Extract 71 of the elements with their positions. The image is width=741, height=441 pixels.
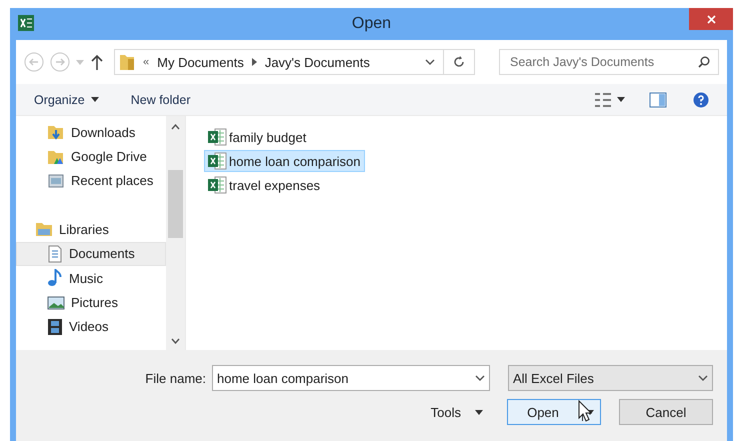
cancel-button[interactable]: Cancel xyxy=(619,399,713,425)
file-name-value: home loan comparison xyxy=(217,370,349,386)
chevron-down-icon xyxy=(698,374,708,382)
sidebar-item[interactable]: Videos xyxy=(16,314,166,340)
sidebar-item[interactable]: Pictures xyxy=(16,290,166,315)
file-name-field[interactable]: home loan comparison xyxy=(212,365,490,391)
up-button[interactable] xyxy=(90,54,104,70)
file-name-label: File name: xyxy=(145,370,206,386)
help-button[interactable] xyxy=(693,92,709,108)
sidebar-label: Downloads xyxy=(71,124,136,140)
spreadsheet-file-icon xyxy=(207,176,227,194)
file-type-value: All Excel Files xyxy=(513,370,594,386)
preview-pane-button[interactable] xyxy=(649,92,667,108)
breadcrumb-separator-icon xyxy=(252,58,257,66)
sidebar-item[interactable]: Recent places xyxy=(16,168,166,194)
close-button[interactable] xyxy=(689,8,733,30)
breadcrumb[interactable]: My Documents xyxy=(157,54,244,70)
mouse-cursor-icon xyxy=(578,400,592,422)
organize-menu[interactable]: Organize xyxy=(34,92,99,106)
file-item[interactable]: travel expenses xyxy=(204,174,324,196)
spreadsheet-file-icon xyxy=(207,152,227,170)
address-bar[interactable]: « My Documents Javy's Documents xyxy=(114,49,475,75)
folder-download-icon xyxy=(47,123,65,142)
sidebar-label: Documents xyxy=(69,246,135,262)
sidebar-label: Pictures xyxy=(71,295,118,310)
new-folder-button[interactable]: New folder xyxy=(130,92,190,106)
chevron-down-icon xyxy=(425,58,435,66)
spreadsheet-file-icon xyxy=(207,128,227,146)
pictures-icon xyxy=(47,294,65,311)
file-name: family budget xyxy=(229,130,306,144)
document-icon xyxy=(47,244,63,263)
sidebar-item[interactable]: Documents xyxy=(16,242,166,266)
sidebar-item[interactable]: Libraries xyxy=(16,217,166,242)
sidebar-label: Google Drive xyxy=(71,149,147,164)
sidebar-item[interactable]: Music xyxy=(16,266,166,290)
film-icon xyxy=(47,318,63,336)
close-icon xyxy=(706,14,716,24)
window-title: Open xyxy=(352,15,392,33)
spreadsheet-app-icon xyxy=(18,15,34,31)
tools-menu[interactable]: Tools xyxy=(430,404,483,420)
file-item[interactable]: family budget xyxy=(204,126,310,148)
caret-down-icon xyxy=(475,410,483,414)
breadcrumb[interactable]: Javy's Documents xyxy=(264,54,370,70)
chevron-down-icon xyxy=(475,374,485,382)
sidebar-label: Videos xyxy=(69,319,109,334)
folder-icon xyxy=(119,53,135,71)
scroll-up-icon xyxy=(171,124,180,130)
file-name: home loan comparison xyxy=(229,154,361,168)
overflow-chevron[interactable]: « xyxy=(143,56,150,68)
scrollbar[interactable] xyxy=(166,116,185,350)
refresh-icon[interactable] xyxy=(452,55,466,69)
file-item[interactable]: home loan comparison xyxy=(204,150,365,172)
file-type-dropdown[interactable]: All Excel Files xyxy=(508,365,713,391)
sidebar-label: Music xyxy=(69,270,103,286)
search-icon xyxy=(698,56,710,68)
recent-places-icon xyxy=(47,172,65,190)
sidebar-item[interactable]: Google Drive xyxy=(16,144,166,169)
search-box[interactable]: Search Javy's Documents xyxy=(499,49,719,75)
sidebar-label: Recent places xyxy=(71,173,154,188)
view-options-button[interactable] xyxy=(595,92,625,106)
scroll-down-icon xyxy=(171,338,180,344)
open-button[interactable]: Open xyxy=(507,399,601,425)
view-grid-icon xyxy=(595,92,611,106)
scrollbar-thumb[interactable] xyxy=(168,170,183,238)
sidebar-item[interactable]: Downloads xyxy=(16,120,166,144)
caret-down-icon xyxy=(90,97,99,102)
sidebar-label: Libraries xyxy=(59,222,109,237)
file-name: travel expenses xyxy=(229,178,320,192)
library-folder-icon xyxy=(35,221,53,238)
caret-down-icon xyxy=(617,97,625,102)
music-note-icon xyxy=(47,269,63,288)
